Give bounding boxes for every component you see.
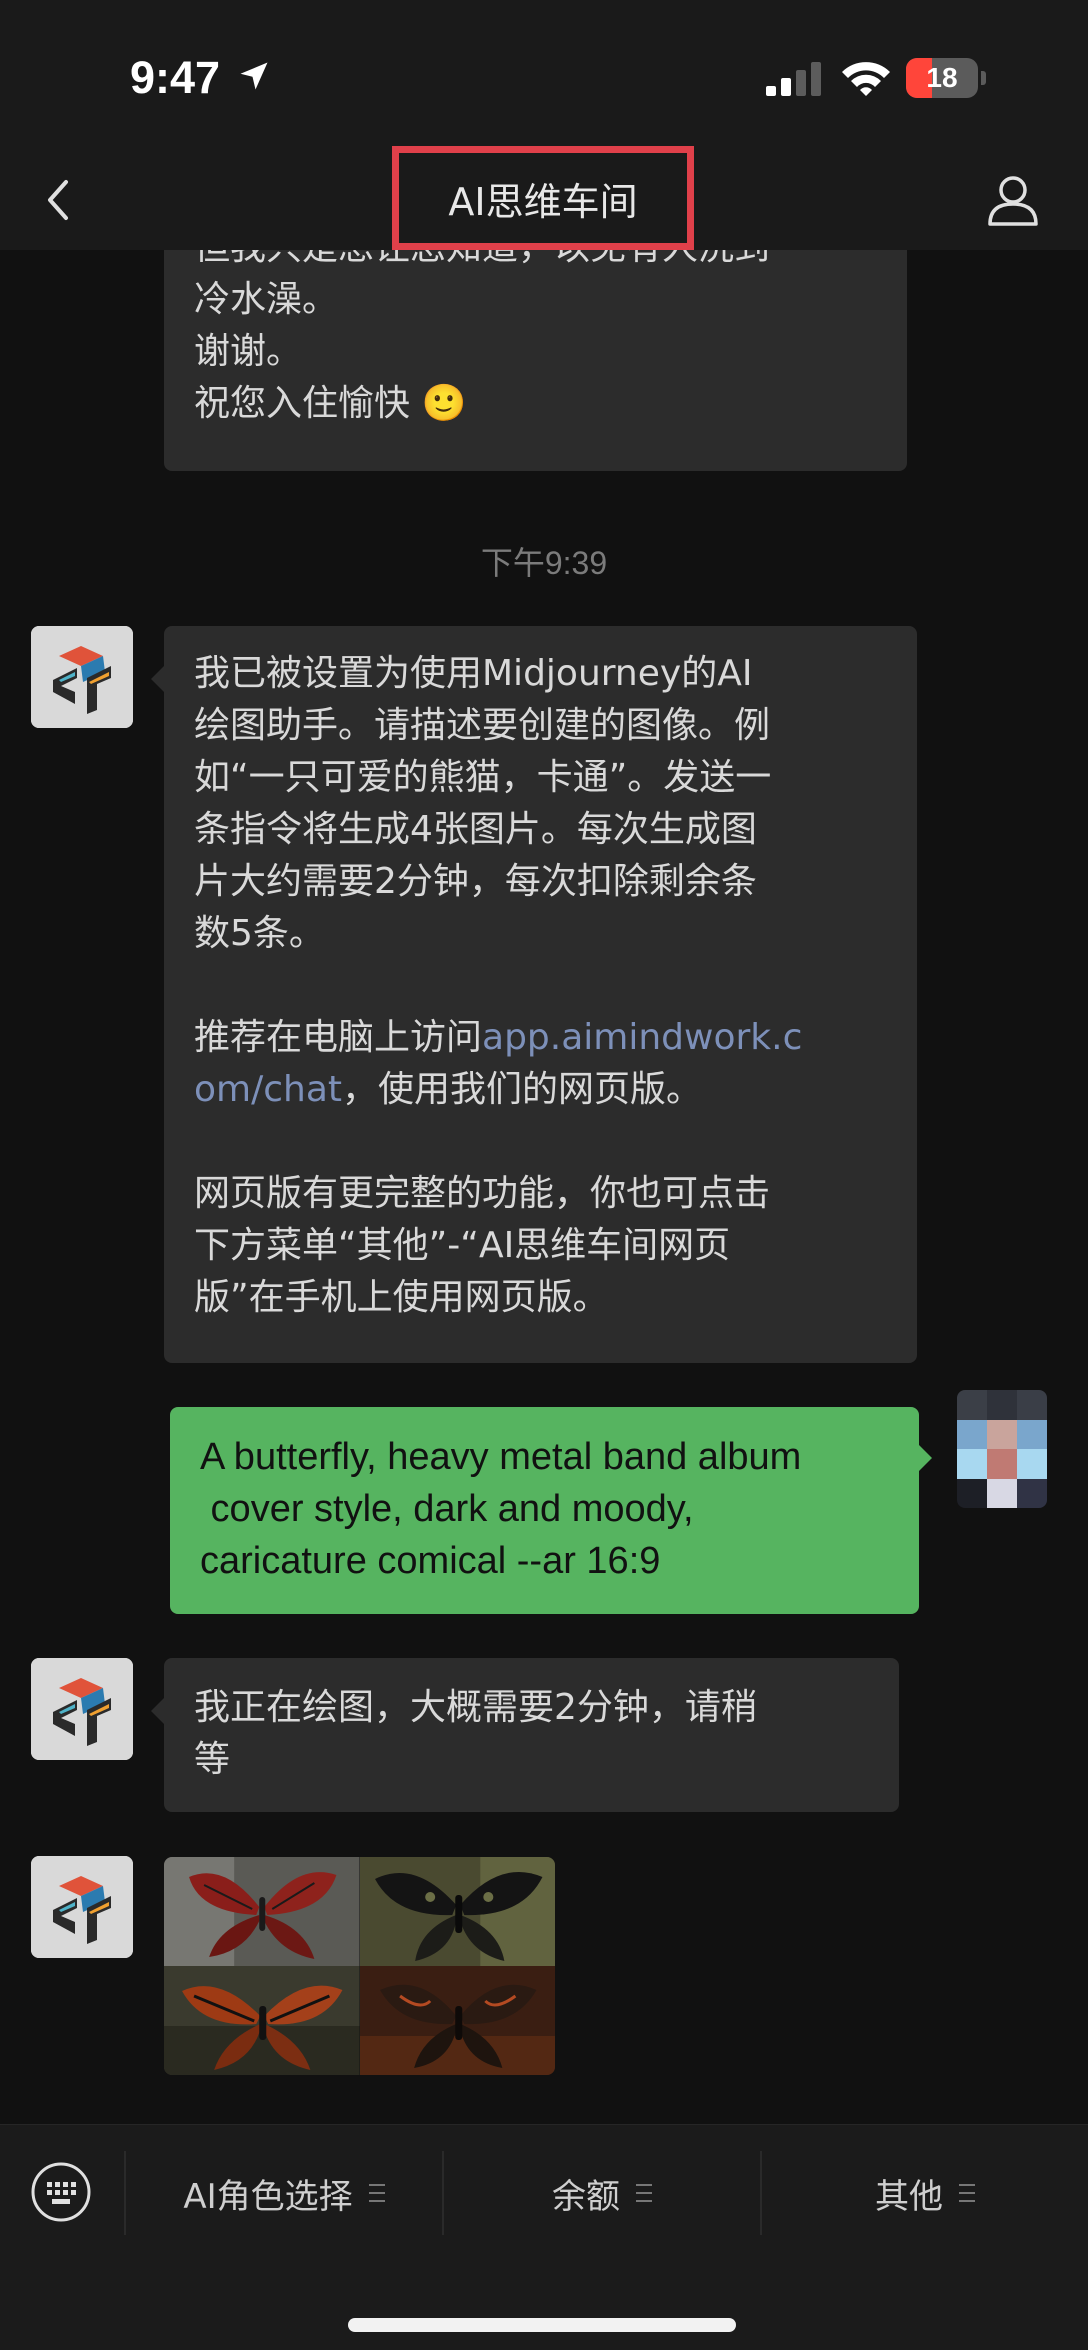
- bot-message-bubble[interactable]: 我正在绘图，大概需要2分钟，请稍 等: [164, 1658, 899, 1812]
- submenu-lines-icon: [959, 2184, 975, 2202]
- battery-level: 18: [926, 62, 958, 93]
- message-line: 数5条。: [194, 913, 325, 954]
- generated-image-grid[interactable]: [164, 1857, 555, 2075]
- back-chevron-icon[interactable]: [30, 170, 90, 230]
- bot-logo-icon: [31, 1856, 133, 1958]
- person-icon[interactable]: [982, 168, 1044, 230]
- nav-bar: AI思维车间: [0, 146, 1088, 250]
- message-line: 网页版有更完整的功能，你也可点击: [194, 1173, 771, 1214]
- message-line: 冷水澡。: [194, 279, 339, 320]
- message-line: 绘图助手。请描述要创建的图像。例: [194, 705, 771, 746]
- bottom-menu-bar: AI角色选择 余额 其他: [0, 2124, 1088, 2350]
- wechat-chat-screen: 9:47 18 AI思维车间 冷水澡。 谢谢。 祝您入住愉快 🙂 下午9:39 …: [0, 0, 1088, 2350]
- home-indicator[interactable]: [348, 2318, 736, 2332]
- bot-logo-icon: [31, 1658, 133, 1760]
- message-text: 推荐在电脑上访问: [194, 1017, 483, 1058]
- message-line: 但我只是想让您知道，以免有人洗到: [194, 250, 877, 274]
- status-bar: 9:47 18: [0, 0, 1088, 150]
- menu-item-ai-role[interactable]: AI角色选择: [126, 2125, 442, 2261]
- message-line: 版”在手机上使用网页版。: [194, 1277, 609, 1318]
- message-text: ，使用我们的网页版。: [342, 1069, 703, 1110]
- chat-message-list[interactable]: 但我只是想让您知道，以免有人洗到 冷水澡。 谢谢。 祝您入住愉快 🙂 下午9:3…: [0, 250, 1088, 2124]
- chat-title: AI思维车间: [448, 179, 638, 224]
- message-line: caricature comical --ar 16:9: [200, 1540, 661, 1582]
- user-avatar[interactable]: [957, 1390, 1047, 1508]
- wifi-icon: [842, 62, 890, 96]
- bot-avatar[interactable]: [31, 626, 133, 728]
- message-timestamp: 下午9:39: [480, 545, 608, 581]
- battery-indicator: 18: [906, 58, 986, 98]
- bot-message-bubble[interactable]: 但我只是想让您知道，以免有人洗到 冷水澡。 谢谢。 祝您入住愉快 🙂: [164, 250, 907, 471]
- message-line: A butterfly, heavy metal band album: [200, 1436, 802, 1478]
- location-arrow-icon: [240, 62, 268, 90]
- bot-logo-icon: [31, 626, 133, 728]
- bot-avatar[interactable]: [31, 1856, 133, 1958]
- message-line: 下方菜单“其他”-“AI思维车间网页: [194, 1225, 731, 1266]
- menu-item-label: 其他: [875, 2176, 943, 2217]
- keyboard-icon[interactable]: [30, 2161, 92, 2223]
- menu-item-other[interactable]: 其他: [762, 2125, 1088, 2261]
- message-line: cover style, dark and moody,: [200, 1488, 694, 1530]
- bot-message-bubble[interactable]: 我已被设置为使用Midjourney的AI 绘图助手。请描述要创建的图像。例 如…: [164, 626, 917, 1363]
- message-line: 我正在绘图，大概需要2分钟，请稍: [194, 1687, 757, 1728]
- message-line: 祝您入住愉快 🙂: [194, 383, 467, 424]
- message-line: 我已被设置为使用Midjourney的AI: [194, 653, 753, 694]
- message-line: 谢谢。: [194, 331, 303, 372]
- butterfly-image-2[interactable]: [359, 1857, 555, 1966]
- web-link[interactable]: om/chat: [194, 1069, 342, 1110]
- message-line: 条指令将生成4张图片。每次生成图: [194, 809, 757, 850]
- butterfly-image-4[interactable]: [359, 1966, 555, 2075]
- status-time: 9:47: [130, 52, 221, 103]
- butterfly-image-1[interactable]: [164, 1857, 360, 1966]
- cellular-signal-icon: [766, 62, 821, 96]
- menu-item-label: 余额: [552, 2176, 620, 2217]
- nav-title-highlight: AI思维车间: [392, 146, 694, 250]
- butterfly-image-3[interactable]: [164, 1966, 360, 2075]
- message-line: 等: [194, 1739, 231, 1780]
- bot-avatar[interactable]: [31, 1658, 133, 1760]
- user-message-bubble[interactable]: A butterfly, heavy metal band album cove…: [170, 1407, 919, 1614]
- web-link[interactable]: app.aimindwork.c: [482, 1017, 802, 1058]
- submenu-lines-icon: [636, 2184, 652, 2202]
- message-line: 如“一只可爱的熊猫，卡通”。发送一: [194, 757, 772, 798]
- submenu-lines-icon: [368, 2184, 385, 2202]
- menu-item-balance[interactable]: 余额: [444, 2125, 760, 2261]
- menu-item-label: AI角色选择: [183, 2176, 353, 2217]
- message-line: 片大约需要2分钟，每次扣除剩余条: [194, 861, 757, 902]
